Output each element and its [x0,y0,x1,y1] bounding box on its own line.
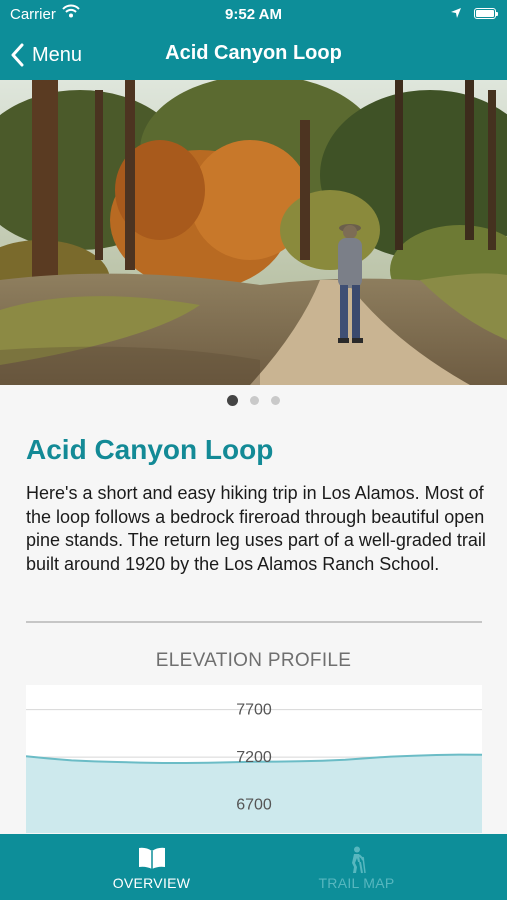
battery-icon [474,8,498,19]
tab-trail-map-label: TRAIL MAP [318,875,395,891]
y-tick-label: 6700 [236,797,272,814]
page-dot-2[interactable] [250,396,259,405]
status-bar: Carrier 9:52 AM [0,0,507,30]
section-divider [26,621,482,623]
trail-description: Here's a short and easy hiking trip in L… [26,483,486,574]
page-dot-1[interactable] [226,395,238,406]
page-dot-3[interactable] [271,396,281,405]
elevation-area [26,754,482,833]
status-time: 9:52 AM [225,6,282,23]
trail-photo[interactable] [0,80,507,385]
navigation-bar: Menu Acid Canyon Loop [0,30,507,80]
y-tick-label: 7700 [236,702,272,719]
y-tick-label: 7200 [236,749,272,766]
elevation-chart-svg: 7700 7200 6700 [26,702,482,833]
elevation-profile-header: ELEVATION PROFILE [155,650,352,671]
page-title: Acid Canyon Loop [165,42,342,64]
location-arrow-icon [450,6,462,23]
trail-title: Acid Canyon Loop [26,434,274,465]
tab-bar: OVERVIEW TRAIL MAP [0,834,507,900]
tab-trail-map[interactable]: TRAIL MAP [230,834,483,900]
elevation-chart: 7700 7200 6700 [26,685,482,833]
gallery-page-control[interactable] [0,392,507,408]
